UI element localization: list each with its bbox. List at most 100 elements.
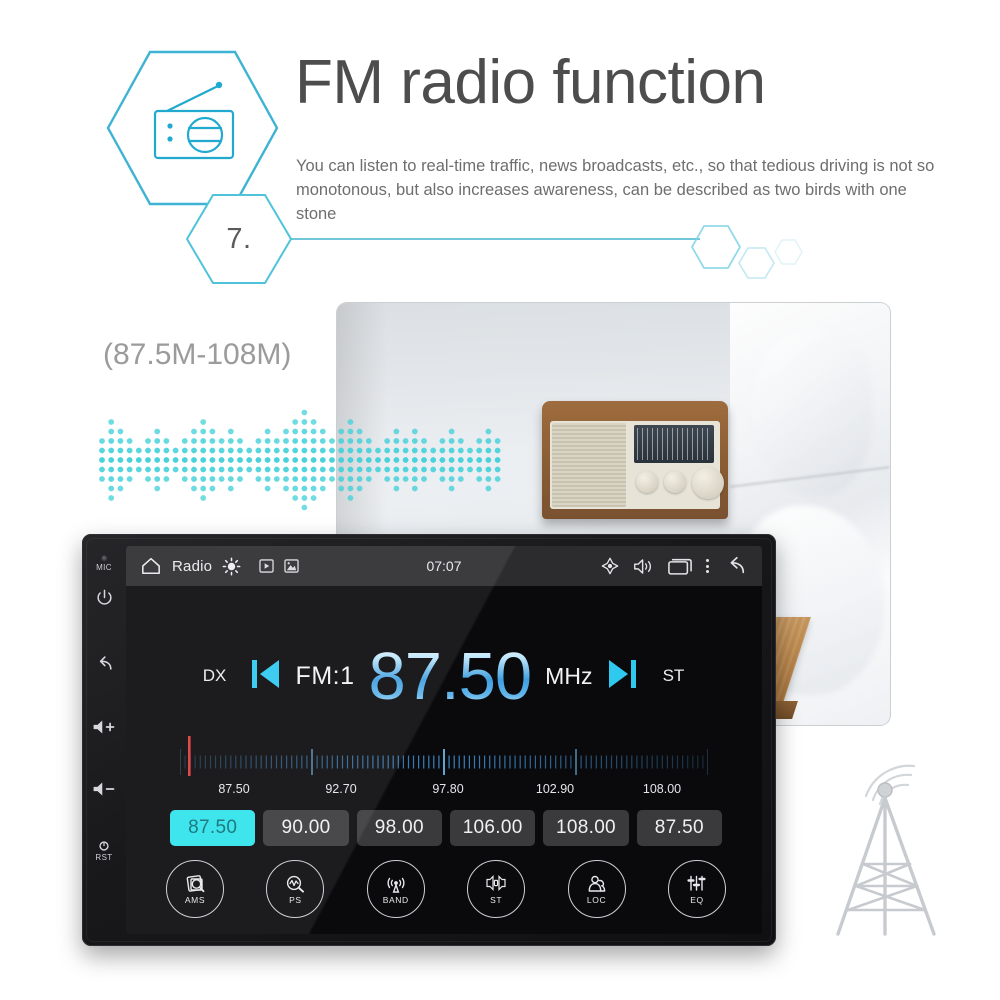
photo-radio-dial [634,425,714,463]
function-button-label: PS [289,895,302,905]
current-frequency: 87.50 [368,638,533,714]
video-play-icon [259,559,274,573]
overflow-menu-icon [706,559,709,562]
page-title: FM radio function [295,48,766,117]
volume-down-button[interactable] [82,774,126,804]
seek-previous-icon [251,659,279,688]
photo-radio-tuning-knob [692,467,724,499]
band-label: FM:1 [295,661,355,690]
side-button-label-mic: MIC [96,562,112,572]
local-distance-icon [588,875,605,892]
photo-radio-faceplate [550,421,724,509]
brightness-sun-icon [222,557,241,575]
clock: 07:07 [426,558,462,574]
recent-apps-button[interactable] [668,558,692,575]
function-button-label: AMS [184,895,206,905]
function-button-eq[interactable]: EQ [667,860,726,918]
frequency-display-row: DX FM:1 87.50 MHz ST [126,638,762,714]
dx-mode-label[interactable]: DX [184,666,246,686]
radio-app-body: DX FM:1 87.50 MHz ST 87.50 92.70 97.80 1… [126,586,762,934]
tuning-scale-tick-label: 102.90 [535,782,575,796]
page-description: You can listen to real-time traffic, new… [296,157,935,223]
function-button-ps[interactable]: PS [266,860,325,918]
program-scan-icon [287,875,305,893]
function-button-label: BAND [382,895,409,905]
gallery-button[interactable] [284,559,299,573]
gps-button[interactable] [601,557,619,575]
preset-button-5[interactable]: 108.00 [543,810,629,846]
step-number-hexagon: 7. [185,193,293,285]
tuning-scale-tick-label: 92.70 [325,782,357,796]
gps-location-icon [601,557,619,575]
brightness-button[interactable] [222,557,241,576]
microphone-indicator: MIC [82,548,126,578]
touchscreen[interactable]: Radio 07:07 DX FM:1 87.50 MHz ST 87.50 9… [126,546,762,934]
car-stereo-device: MIC RST Radio 07:07 DX FM:1 87.50 MHz ST… [82,534,776,946]
home-icon [142,557,160,575]
back-arrow-icon [99,656,112,670]
mic-dot-icon [100,554,108,562]
seek-next-icon [609,659,637,688]
preset-button-4[interactable]: 106.00 [449,810,536,846]
status-bar: Radio 07:07 [126,546,762,586]
preset-button-1[interactable]: 87.50 [170,810,256,846]
home-button[interactable] [140,556,162,576]
function-button-st[interactable]: ST [467,860,526,918]
seek-previous-button[interactable] [246,653,286,700]
tuning-scale-tick-label: 97.80 [432,782,464,796]
photo-radio-speaker-grille [552,423,626,507]
volume-up-button[interactable] [82,712,126,742]
hexagon-cluster-icon [690,220,810,290]
tuning-scale-tick-label: 108.00 [642,782,682,796]
frequency-range-label: (87.5M-108M) [103,338,292,371]
back-button[interactable] [82,648,126,678]
volume-icon [634,558,651,574]
step-number-label: 7. [226,222,252,255]
auto-memory-scan-icon [186,875,205,893]
function-button-label: LOC [586,895,607,905]
photo-vintage-radio [542,401,728,519]
back-arrow-icon [730,556,745,574]
stereo-speaker-icon [486,875,506,891]
volume-button[interactable] [633,558,654,575]
reset-pinhole-icon [99,841,109,851]
sound-wave-dots-icon [96,400,516,520]
function-button-label: ST [490,895,503,905]
tuning-scale-labels: 87.50 92.70 97.80 102.90 108.00 [160,782,720,800]
recent-apps-icon [668,558,692,575]
radio-icon [106,50,279,206]
function-button-label: EQ [690,895,704,905]
header-connector-line [290,238,700,240]
radio-icon-hexagon-badge [105,48,280,208]
radio-tower-icon [822,752,980,948]
tuning-scale[interactable] [179,734,709,780]
volume-down-icon [93,782,115,796]
preset-button-6[interactable]: 87.50 [636,810,722,846]
function-button-ams[interactable]: AMS [166,860,224,918]
band-antenna-icon [387,877,405,893]
preset-buttons: 87.50 90.00 98.00 106.00 108.00 87.50 [170,810,722,846]
photo-radio-dial-ticks [637,428,711,460]
function-buttons: AMS PS BAND ST LOC EQ [166,860,726,922]
page-root: 7. FM radio function You can listen to r… [0,0,1000,1000]
function-button-band[interactable]: BAND [366,860,425,918]
screen-back-button[interactable] [723,555,748,577]
photo-radio-knob-2 [664,471,686,493]
overflow-menu-button[interactable] [706,559,709,573]
function-button-loc[interactable]: LOC [567,860,626,918]
power-icon [96,589,112,605]
side-button-label-rst: RST [95,853,113,862]
reset-button[interactable]: RST [82,834,126,868]
preset-button-3[interactable]: 98.00 [356,810,442,846]
photo-radio-knob-1 [636,471,658,493]
tuning-scale-tick-label: 87.50 [218,782,250,796]
device-side-button-rail: MIC RST [82,534,126,946]
video-button[interactable] [259,559,274,573]
power-button[interactable] [82,582,126,612]
equalizer-icon [687,875,706,891]
frequency-unit: MHz [545,662,593,689]
preset-button-2[interactable]: 90.00 [263,810,349,846]
stereo-indicator-label[interactable]: ST [642,666,704,686]
seek-next-button[interactable] [602,653,642,700]
image-icon [284,559,299,573]
